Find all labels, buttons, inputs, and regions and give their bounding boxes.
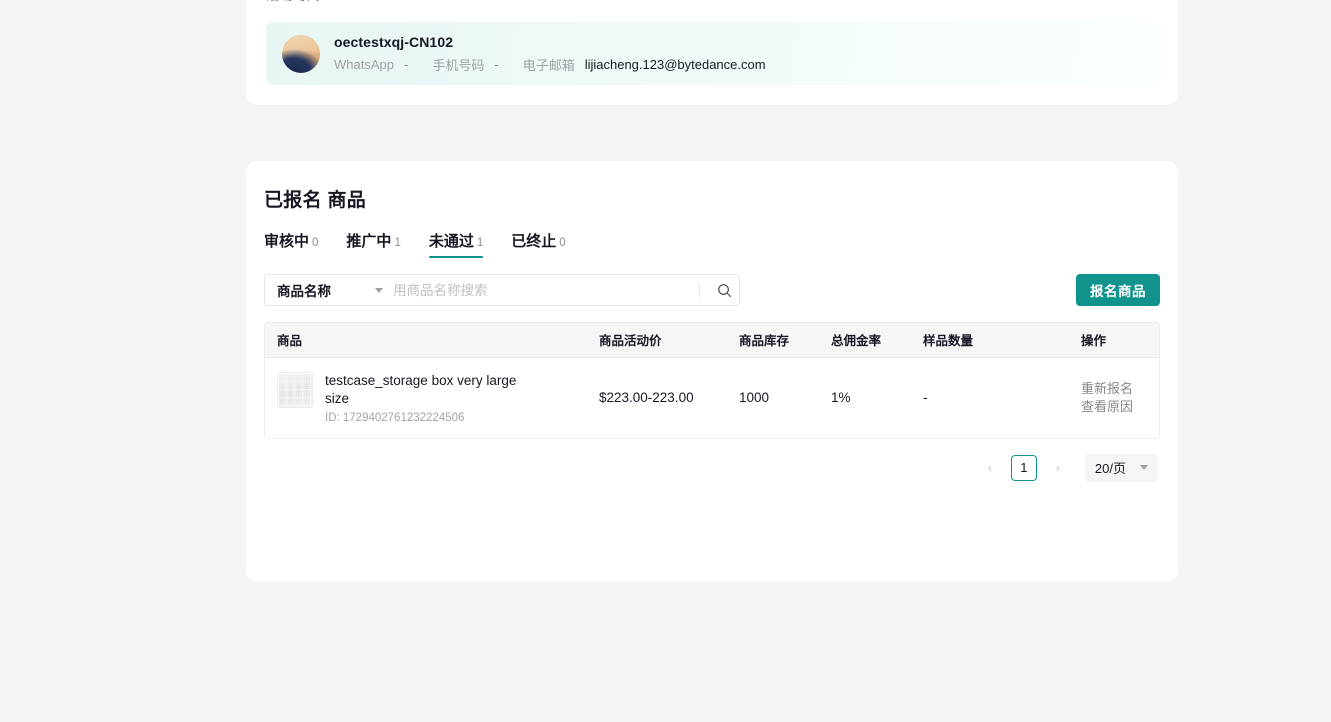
registered-products-card: 已报名 商品 审核中 0 推广中 1 未通过 1 已终止 0 商品名称 用商品名… (246, 161, 1178, 582)
email-value: lijiacheng.123@bytedance.com (584, 56, 766, 72)
chevron-down-icon (1140, 465, 1148, 470)
filter-row: 商品名称 报名商品 (264, 274, 1160, 306)
contact-details: WhatsApp - 手机号码 - 电子邮箱 lijiacheng.123@by… (334, 55, 766, 74)
search-icon[interactable] (709, 275, 739, 305)
contact-name: oectestxqj-CN102 (334, 33, 454, 50)
view-reason-link[interactable]: 查看原因 (1081, 398, 1159, 416)
tab-terminated[interactable]: 已终止 0 (511, 230, 565, 258)
search-group: 商品名称 (264, 274, 740, 306)
tab-under-review[interactable]: 审核中 0 (264, 230, 318, 258)
search-input[interactable] (393, 275, 699, 305)
tab-count: 1 (476, 237, 484, 249)
chevron-left-icon[interactable]: ‹ (977, 455, 1003, 481)
table-row: testcase_storage box very large size ID:… (265, 357, 1159, 438)
whatsapp-value: - (403, 56, 409, 72)
product-name: testcase_storage box very large size (325, 372, 517, 406)
cell-stock: 1000 (727, 357, 819, 438)
product-thumbnail-icon (277, 371, 313, 408)
tab-label: 已终止 (511, 233, 557, 250)
campaign-date-label: 活动时间 (266, 0, 352, 4)
column-header-action: 操作 (1069, 323, 1159, 358)
product-text: testcase_storage box very large size ID:… (325, 372, 525, 424)
cell-price: $223.00-223.00 (587, 357, 727, 438)
tab-promoting[interactable]: 推广中 1 (346, 230, 400, 258)
pagination: ‹ 1 › 20/页 (264, 453, 1160, 482)
page-size-select[interactable]: 20/页 (1084, 453, 1158, 482)
products-table: 商品 商品活动价 商品库存 总佣金率 样品数量 操作 testcase_stor… (264, 322, 1160, 439)
avatar (282, 34, 320, 73)
reapply-link[interactable]: 重新报名 (1081, 380, 1159, 398)
cell-actions: 重新报名 查看原因 (1069, 357, 1159, 438)
search-field-select[interactable]: 商品名称 (265, 275, 393, 305)
tab-count: 0 (559, 237, 566, 249)
chevron-right-icon[interactable]: › (1045, 455, 1071, 481)
product-id: ID: 1729402761232224506 (325, 411, 465, 424)
product-cell: testcase_storage box very large size ID:… (277, 371, 575, 424)
search-divider (699, 283, 700, 297)
tab-label: 未通过 (428, 233, 474, 250)
campaign-info-card: 活动时间 2024/07/03-2024/07/26 oectestxqj-CN… (246, 0, 1178, 105)
chevron-down-icon (375, 287, 383, 293)
tab-rejected[interactable]: 未通过 1 (428, 230, 484, 258)
cell-product: testcase_storage box very large size ID:… (265, 357, 587, 438)
whatsapp-label: WhatsApp (334, 56, 394, 72)
page-size-value: 20/页 (1094, 461, 1126, 476)
tab-label: 推广中 (346, 233, 392, 250)
campaign-date-row: 活动时间 2024/07/03-2024/07/26 (266, 0, 1158, 12)
column-header-product: 商品 (265, 323, 587, 358)
search-field-select-value: 商品名称 (277, 284, 331, 299)
table-header-row: 商品 商品活动价 商品库存 总佣金率 样品数量 操作 (265, 323, 1159, 358)
contact-texts: oectestxqj-CN102 WhatsApp - 手机号码 - 电子邮箱 … (334, 34, 766, 74)
page-title: 已报名 商品 (264, 190, 367, 211)
email-label: 电子邮箱 (522, 57, 575, 73)
phone-value: - (494, 56, 499, 72)
column-header-stock: 商品库存 (727, 323, 819, 358)
apply-product-button[interactable]: 报名商品 (1076, 274, 1160, 306)
status-tabs: 审核中 0 推广中 1 未通过 1 已终止 0 (264, 226, 1160, 258)
cell-commission: 1% (819, 357, 911, 438)
column-header-price: 商品活动价 (587, 323, 727, 358)
page-root: 活动时间 2024/07/03-2024/07/26 oectestxqj-CN… (0, 0, 1331, 722)
phone-label: 手机号码 (432, 57, 485, 73)
campaign-date-value: 2024/07/03-2024/07/26 (352, 0, 497, 2)
cell-sample-qty: - (911, 357, 1069, 438)
tab-count: 0 (312, 237, 319, 249)
column-header-commission: 总佣金率 (819, 323, 911, 358)
pagination-page-1[interactable]: 1 (1010, 454, 1037, 481)
tab-label: 审核中 (264, 233, 310, 250)
contact-banner: oectestxqj-CN102 WhatsApp - 手机号码 - 电子邮箱 … (266, 22, 1158, 85)
column-header-sample: 样品数量 (911, 323, 1069, 358)
tab-count: 1 (394, 237, 401, 249)
